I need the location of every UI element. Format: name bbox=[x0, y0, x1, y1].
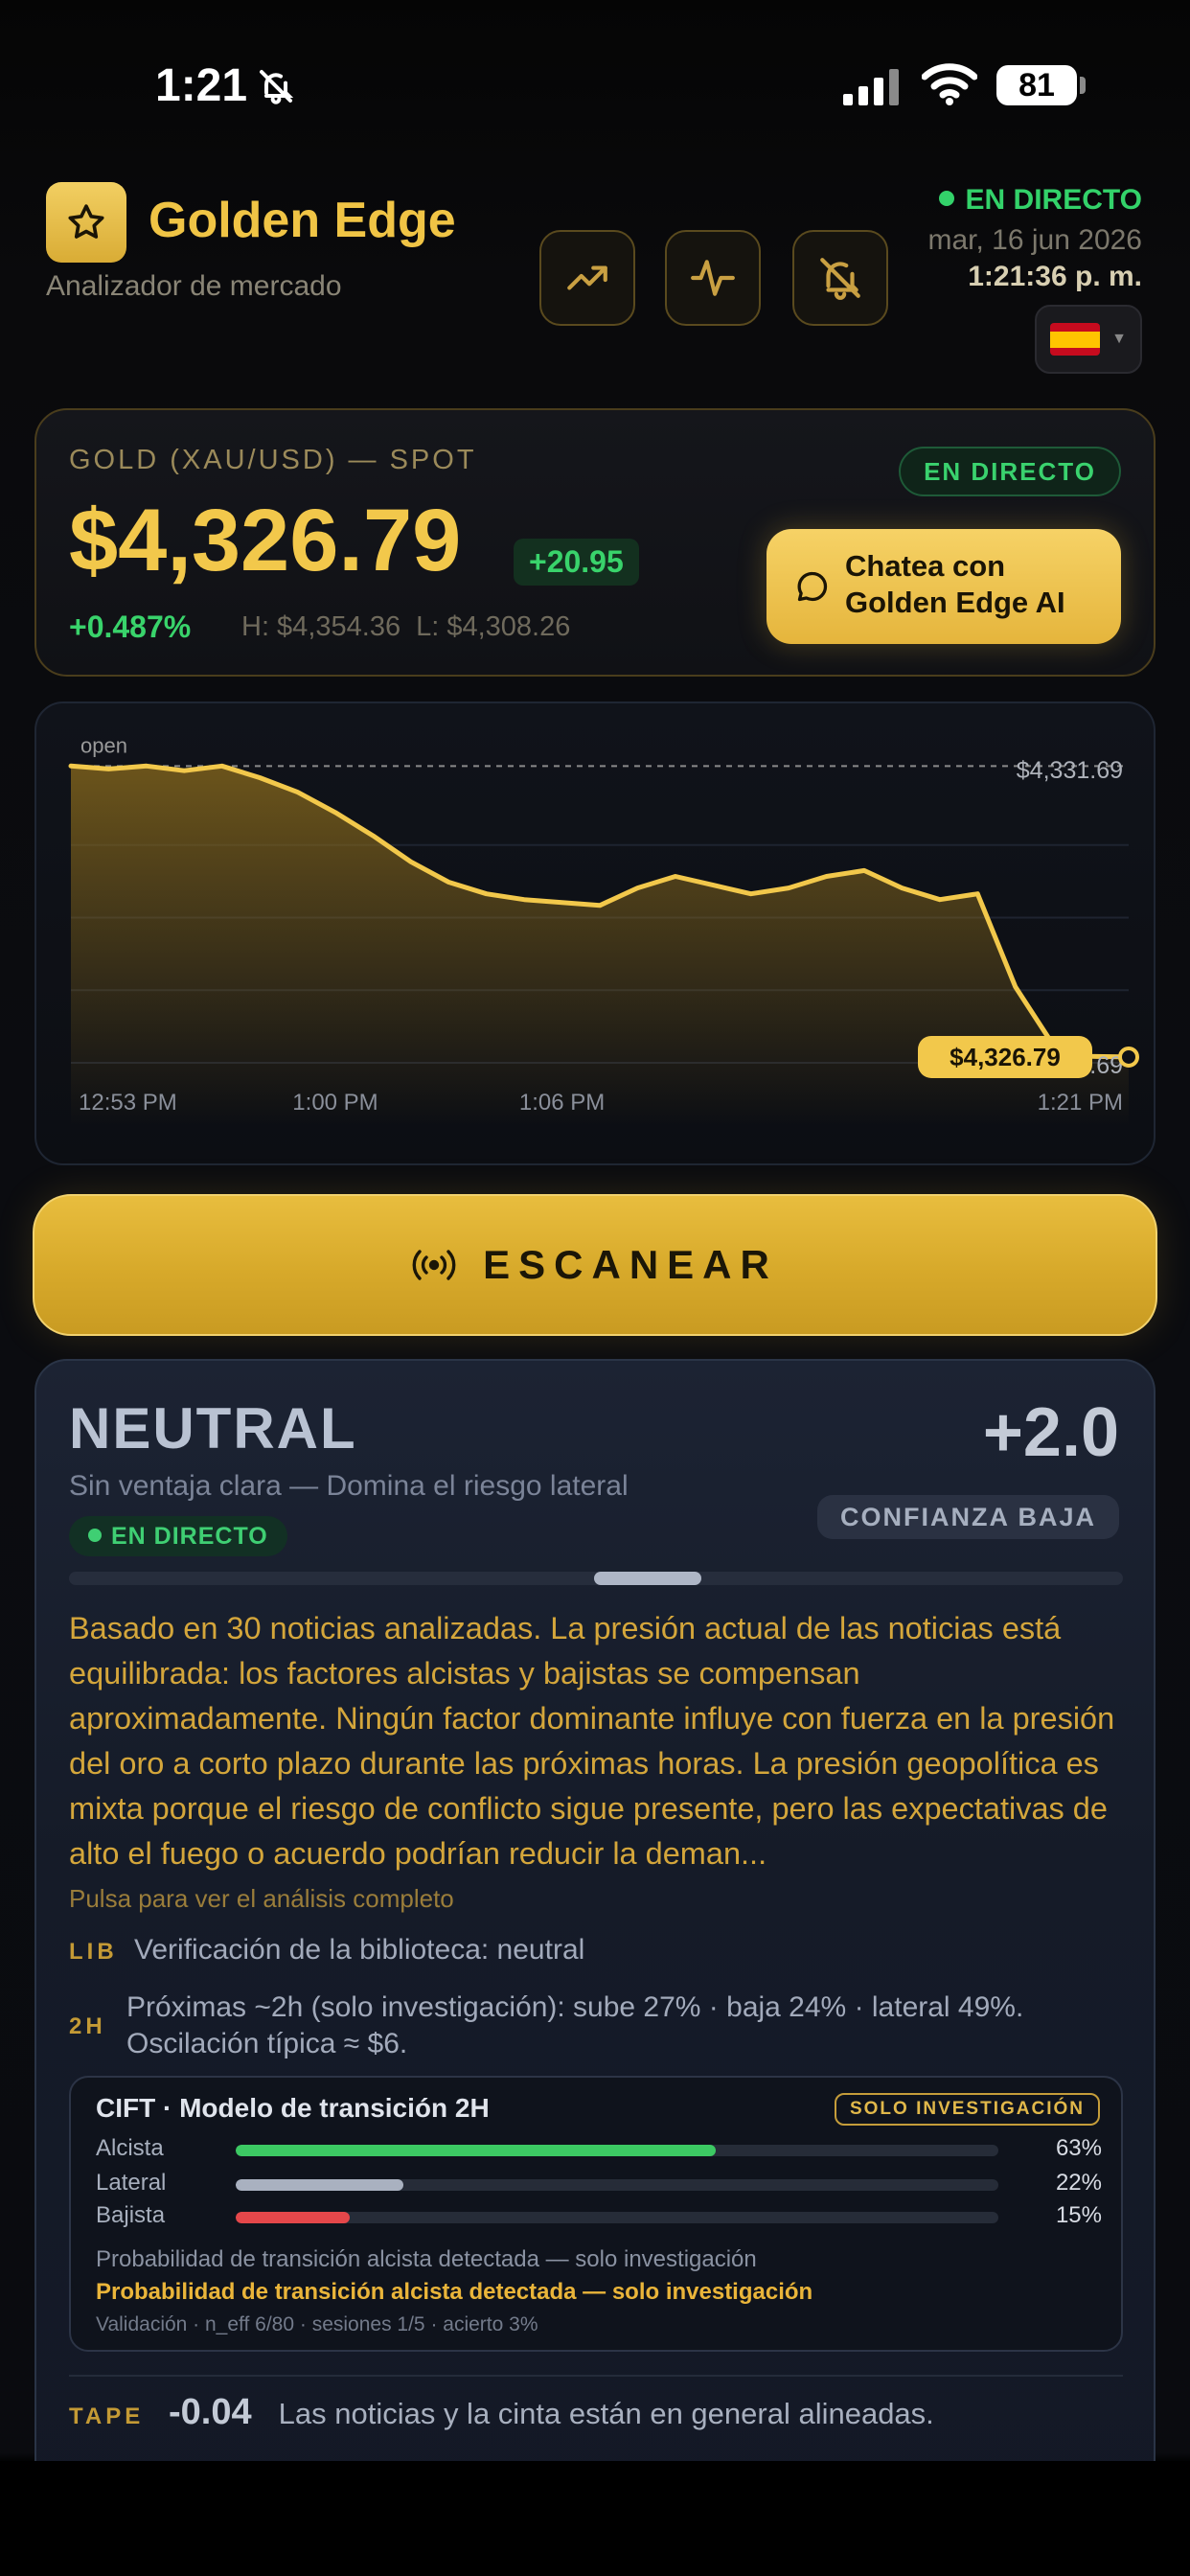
sentiment-title: NEUTRAL bbox=[69, 1396, 357, 1460]
tape-row: TAPE -0.04 Las noticias y la cinta están e… bbox=[69, 2392, 934, 2433]
cift-bar-track bbox=[236, 2179, 998, 2191]
app-logo bbox=[46, 182, 126, 263]
activity-button[interactable] bbox=[665, 230, 761, 326]
live-dot bbox=[938, 191, 954, 207]
current-price-label: $4,326.79 bbox=[950, 1043, 1061, 1071]
chart-x-tick: 12:53 PM bbox=[79, 1090, 177, 1116]
day-high: H: $4,354.36 bbox=[241, 611, 401, 642]
research-only-badge: SOLO INVESTIGACIÓN bbox=[834, 2093, 1100, 2126]
cift-bar-track bbox=[236, 2145, 998, 2156]
cift-row-bajista: Bajista 15% bbox=[96, 2202, 1102, 2231]
bell-off-icon bbox=[820, 258, 860, 300]
two-hour-line1: Próximas ~2h (solo investigación): sube … bbox=[126, 1991, 1024, 2023]
cift-bar-fill bbox=[236, 2212, 351, 2223]
library-check: LIB Verificación de la biblioteca: neutra… bbox=[69, 1934, 584, 1966]
price-chart-card: open $4,331.69 $4,326.69 $4,326.79 12:53… bbox=[34, 702, 1156, 1165]
analysis-live-badge: EN DIRECTO bbox=[69, 1516, 287, 1556]
scan-button[interactable]: ESCANEAR bbox=[33, 1194, 1157, 1336]
cift-model-panel: CIFT · Modelo de transición 2H SOLO INVE… bbox=[69, 2076, 1123, 2352]
status-time: 1:21 bbox=[155, 60, 248, 111]
price-change-badge: +20.95 bbox=[514, 539, 639, 586]
full-analysis-hint[interactable]: Pulsa para ver el análisis completo bbox=[69, 1884, 454, 1914]
live-indicator: EN DIRECTO bbox=[938, 184, 1142, 217]
cift-row-lateral: Lateral 22% bbox=[96, 2170, 1102, 2198]
battery-indicator: 81 bbox=[996, 65, 1077, 105]
tape-value: -0.04 bbox=[169, 2392, 252, 2432]
chart-high-label: $4,331.69 bbox=[1017, 757, 1123, 784]
bottom-safe-area bbox=[0, 2461, 1190, 2576]
language-selector[interactable]: ▼ bbox=[1035, 305, 1142, 374]
chat-ai-button[interactable]: Chatea con Golden Edge AI bbox=[767, 529, 1121, 644]
header-clock: 1:21:36 p. m. bbox=[968, 261, 1142, 292]
activity-pulse-icon bbox=[691, 260, 735, 296]
spain-flag-icon bbox=[1050, 323, 1101, 356]
cift-note-highlight: Probabilidad de transición alcista detec… bbox=[96, 2279, 813, 2305]
spot-price: $4,326.79 bbox=[69, 492, 462, 589]
day-low: L: $4,308.26 bbox=[416, 611, 571, 642]
instrument-label: GOLD (XAU/USD) — SPOT bbox=[69, 445, 477, 475]
analysis-summary[interactable]: Basado en 30 noticias analizadas. La pre… bbox=[69, 1606, 1123, 1876]
cift-note: Probabilidad de transición alcista detec… bbox=[96, 2246, 757, 2272]
sentiment-slider-track bbox=[69, 1572, 1123, 1585]
chart-x-tick: 1:00 PM bbox=[292, 1090, 378, 1116]
chart-x-tick: 1:06 PM bbox=[519, 1090, 605, 1116]
battery-tip bbox=[1080, 77, 1086, 94]
chevron-down-icon: ▼ bbox=[1111, 331, 1127, 347]
chat-button-line2: Golden Edge AI bbox=[845, 586, 1065, 619]
cift-bar-fill bbox=[236, 2179, 404, 2191]
price-chart: open $4,331.69 $4,326.69 $4,326.79 12:53… bbox=[68, 733, 1139, 1125]
price-card: GOLD (XAU/USD) — SPOT $4,326.79 +20.95 +… bbox=[34, 408, 1156, 677]
cift-row-label: Alcista bbox=[96, 2135, 164, 2161]
lib-tag: LIB bbox=[69, 1939, 118, 1965]
cift-row-label: Lateral bbox=[96, 2170, 167, 2196]
scan-button-label: ESCANEAR bbox=[483, 1242, 778, 1287]
tape-text: Las noticias y la cinta están en general… bbox=[278, 2397, 934, 2430]
star-icon bbox=[68, 204, 104, 239]
chart-x-tick: 1:21 PM bbox=[1038, 1090, 1123, 1116]
trend-button[interactable] bbox=[539, 230, 635, 326]
lib-text: Verificación de la biblioteca: neutral bbox=[134, 1934, 585, 1966]
analysis-card[interactable]: NEUTRAL +2.0 Sin ventaja clara — Domina … bbox=[34, 1359, 1156, 2576]
header-date: mar, 16 jun 2026 bbox=[927, 224, 1143, 256]
chat-bubble-icon bbox=[797, 571, 828, 602]
divider bbox=[69, 2375, 1123, 2377]
open-label: open bbox=[80, 733, 127, 757]
cellular-signal-icon bbox=[843, 69, 899, 105]
sentiment-slider-thumb bbox=[594, 1572, 701, 1585]
cift-bar-fill bbox=[236, 2145, 717, 2156]
sentiment-score: +2.0 bbox=[982, 1394, 1119, 1471]
high-low: H: $4,354.36 L: $4,308.26 bbox=[241, 611, 585, 643]
cift-title: CIFT · Modelo de transición 2H bbox=[96, 2093, 490, 2123]
bell-off-icon bbox=[260, 70, 294, 104]
current-price-dot bbox=[1118, 1046, 1139, 1068]
wifi-icon bbox=[922, 63, 977, 105]
cift-row-percent: 63% bbox=[1055, 2135, 1102, 2161]
two-hour-line2: Oscilación típica ≈ $6. bbox=[126, 2028, 408, 2059]
broadcast-icon bbox=[412, 1250, 456, 1280]
cift-bar-track bbox=[236, 2212, 998, 2223]
app-subtitle: Analizador de mercado bbox=[46, 270, 342, 302]
confidence-badge: CONFIANZA BAJA bbox=[817, 1495, 1119, 1539]
sentiment-subtitle: Sin ventaja clara — Domina el riesgo lat… bbox=[69, 1470, 629, 1502]
app-screen: 1:21 81 Golden Edge Analizador de mercad… bbox=[0, 0, 1190, 2576]
cift-row-label: Bajista bbox=[96, 2202, 166, 2228]
two-hour-tag: 2H bbox=[69, 2013, 106, 2039]
tape-tag: TAPE bbox=[69, 2404, 145, 2429]
chat-button-line1: Chatea con bbox=[845, 549, 1006, 583]
cift-row-percent: 15% bbox=[1055, 2202, 1102, 2228]
cift-validation: Validación · n_eff 6/80 · sesiones 1/5 ·… bbox=[96, 2313, 538, 2335]
live-dot bbox=[88, 1529, 102, 1543]
cift-row-percent: 22% bbox=[1055, 2170, 1102, 2196]
price-change-percent: +0.487% bbox=[69, 610, 192, 644]
alerts-button[interactable] bbox=[792, 230, 888, 326]
cift-row-alcista: Alcista 63% bbox=[96, 2135, 1102, 2164]
app-title: Golden Edge bbox=[149, 193, 456, 248]
status-bar: 1:21 81 bbox=[0, 0, 1190, 172]
trending-up-icon bbox=[567, 265, 607, 290]
live-badge: EN DIRECTO bbox=[899, 447, 1121, 496]
